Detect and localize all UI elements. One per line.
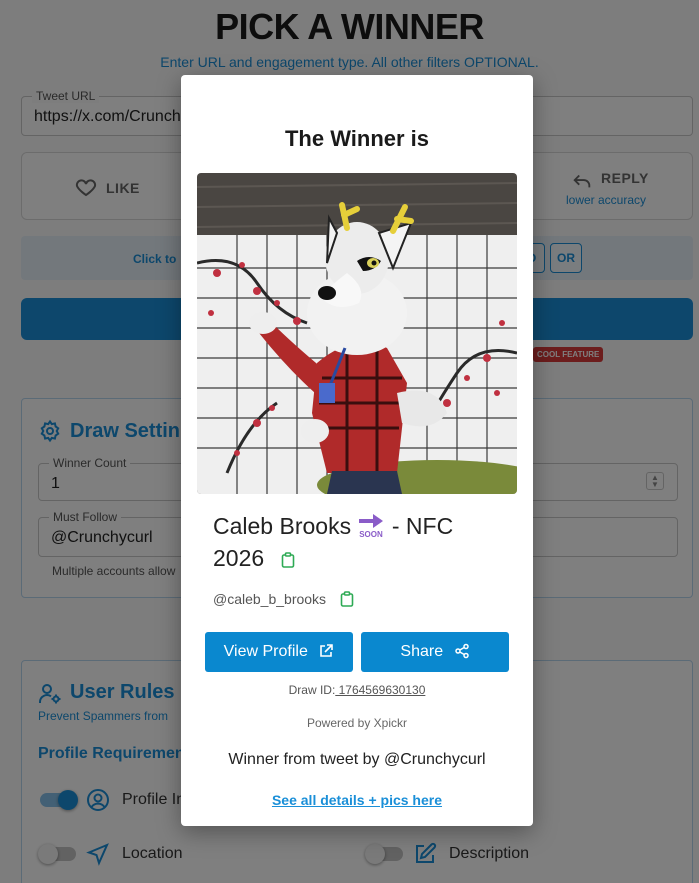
draw-id-value[interactable]: 1764569630130 <box>335 683 426 697</box>
share-icon <box>454 643 469 659</box>
share-label: Share <box>400 643 444 660</box>
soon-arrow-icon: SOON <box>359 514 384 538</box>
winner-handle-text: @caleb_b_brooks <box>213 591 327 607</box>
winner-name-part1: Caleb Brooks <box>213 513 352 539</box>
draw-id-label: Draw ID: <box>288 683 336 697</box>
svg-text:SOON: SOON <box>360 530 384 538</box>
powered-by: Powered by Xpickr <box>306 716 408 730</box>
see-details-link[interactable]: See all details + pics here <box>181 792 533 808</box>
winner-photo <box>197 173 517 494</box>
modal-title: The Winner is <box>284 126 430 151</box>
copy-name-icon[interactable] <box>281 552 295 568</box>
share-button[interactable]: Share <box>361 632 509 672</box>
winner-from-tweet: Winner from tweet by @Crunchycurl <box>228 751 486 768</box>
winner-name-part3: 2026 <box>213 545 265 571</box>
view-profile-label: View Profile <box>223 643 308 660</box>
winner-name-part2: - NFC <box>391 513 454 539</box>
winner-modal: The Winner is Caleb Brooks SOON - NFC 20… <box>181 75 533 826</box>
winner-handle: @caleb_b_brooks <box>213 591 354 607</box>
copy-handle-icon[interactable] <box>340 591 354 607</box>
external-link-icon <box>320 644 334 657</box>
winner-name: Caleb Brooks SOON - NFC 2026 <box>213 510 503 574</box>
draw-id: Draw ID: 1764569630130 <box>181 683 533 697</box>
view-profile-button[interactable]: View Profile <box>205 632 353 672</box>
